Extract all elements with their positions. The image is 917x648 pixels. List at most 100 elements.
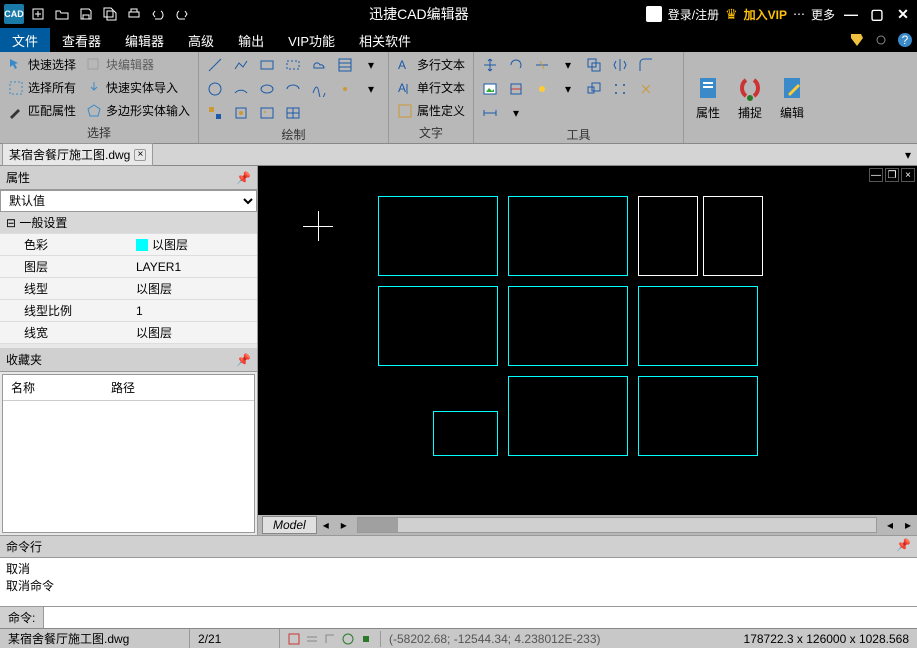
draw-block-icon[interactable] [203, 102, 227, 124]
login-link[interactable]: 登录/注册 [668, 6, 719, 23]
menu-advanced[interactable]: 高级 [176, 28, 226, 52]
tool-more2-icon[interactable]: ▾ [504, 102, 528, 124]
settings-icon[interactable] [869, 28, 893, 52]
favorites-list[interactable]: 名称 路径 [2, 374, 255, 533]
draw-hatch-icon[interactable] [333, 54, 357, 76]
draw-polyline-icon[interactable] [229, 54, 253, 76]
menu-output[interactable]: 输出 [226, 28, 276, 52]
osnap-toggle-icon[interactable] [358, 631, 374, 647]
draw-line-icon[interactable] [203, 54, 227, 76]
close-button[interactable]: ✕ [893, 4, 913, 24]
status-dims: 178722.3 x 126000 x 1028.568 [736, 632, 917, 646]
draw-arc-icon[interactable] [229, 78, 253, 100]
draw-image-icon[interactable] [255, 102, 279, 124]
minimize-button[interactable]: — [841, 4, 861, 24]
pin-icon[interactable]: 📌 [236, 353, 251, 367]
user-icon[interactable] [646, 6, 662, 22]
big-props-button[interactable]: 属性 [688, 54, 728, 141]
draw-spline-icon[interactable] [307, 78, 331, 100]
document-tab[interactable]: 某宿舍餐厅施工图.dwg × [2, 143, 153, 166]
big-edit-button[interactable]: 编辑 [772, 54, 812, 141]
tool-scale-icon[interactable] [582, 78, 606, 100]
favorites-header: 收藏夹 📌 [0, 348, 257, 372]
ortho-toggle-icon[interactable] [322, 631, 338, 647]
tool-sun-icon[interactable] [530, 78, 554, 100]
menu-viewer[interactable]: 查看器 [50, 28, 113, 52]
more-link[interactable]: 更多 [811, 6, 835, 23]
tool-move-icon[interactable] [478, 54, 502, 76]
props-selector[interactable]: 默认值 [0, 190, 257, 212]
big-snap-button[interactable]: 捕捉 [730, 54, 770, 141]
tool-fillet-icon[interactable] [634, 54, 658, 76]
draw-insert-icon[interactable] [229, 102, 253, 124]
close-tab-icon[interactable]: × [134, 149, 146, 161]
tabstrip-dropdown-icon[interactable]: ▾ [899, 148, 917, 162]
tool-trim-icon[interactable] [530, 54, 554, 76]
more-icon[interactable]: ⋯ [793, 7, 805, 21]
draw-ellipse-icon[interactable] [255, 78, 279, 100]
polar-toggle-icon[interactable] [340, 631, 356, 647]
horizontal-scrollbar[interactable] [357, 517, 877, 533]
singleline-text[interactable]: A单行文本 [393, 77, 469, 98]
match-props[interactable]: 匹配属性 [4, 100, 80, 121]
draw-ellipsearc-icon[interactable] [281, 78, 305, 100]
ribbon-group-tools: ▾ ▾ ▾ 工具 [474, 52, 684, 143]
draw-rect-icon[interactable] [255, 54, 279, 76]
print-icon[interactable] [124, 4, 144, 24]
grid-toggle-icon[interactable] [304, 631, 320, 647]
select-all[interactable]: 选择所有 [4, 77, 80, 98]
new-icon[interactable] [28, 4, 48, 24]
snap-toggle-icon[interactable] [286, 631, 302, 647]
layout-nav-left-icon[interactable]: ◂ [317, 518, 335, 532]
model-tab[interactable]: Model [262, 516, 317, 534]
tool-picture-icon[interactable] [478, 78, 502, 100]
feedback-icon[interactable] [845, 28, 869, 52]
pin-icon[interactable]: 📌 [896, 538, 911, 555]
tool-mirror-icon[interactable] [608, 54, 632, 76]
polygon-input[interactable]: 多边形实体输入 [82, 100, 194, 121]
draw-point-icon[interactable] [333, 78, 357, 100]
menu-vip[interactable]: VIP功能 [276, 28, 347, 52]
command-input[interactable] [44, 607, 917, 628]
draw-more2-icon[interactable]: ▾ [359, 78, 383, 100]
draw-rect2-icon[interactable] [281, 54, 305, 76]
props-table: ⊟ 一般设置 色彩以图层 图层LAYER1 线型以图层 线型比例1 线宽以图层 [0, 212, 257, 344]
pin-icon[interactable]: 📌 [236, 171, 251, 185]
scroll-left-icon[interactable]: ◂ [881, 518, 899, 532]
canvas-close-icon[interactable]: × [901, 168, 915, 182]
undo-icon[interactable] [148, 4, 168, 24]
menu-related[interactable]: 相关软件 [347, 28, 423, 52]
maximize-button[interactable]: ▢ [867, 4, 887, 24]
tool-copy-icon[interactable] [582, 54, 606, 76]
vip-link[interactable]: 加入VIP [744, 6, 787, 23]
tool-scan-icon[interactable] [504, 78, 528, 100]
drawing-canvas[interactable]: — ❐ × [258, 166, 917, 515]
tool-more-icon[interactable]: ▾ [556, 78, 580, 100]
quick-select[interactable]: 快速选择 [4, 54, 80, 75]
canvas-min-icon[interactable]: — [869, 168, 883, 182]
tool-array-icon[interactable] [608, 78, 632, 100]
multiline-text[interactable]: A多行文本 [393, 54, 469, 75]
draw-circle-icon[interactable] [203, 78, 227, 100]
canvas-max-icon[interactable]: ❐ [885, 168, 899, 182]
scroll-right-icon[interactable]: ▸ [899, 518, 917, 532]
color-swatch [136, 239, 148, 251]
layout-nav-right-icon[interactable]: ▸ [335, 518, 353, 532]
open-icon[interactable] [52, 4, 72, 24]
tool-rotate-icon[interactable] [504, 54, 528, 76]
tool-explode-icon[interactable] [634, 78, 658, 100]
attr-def[interactable]: 属性定义 [393, 100, 469, 121]
tool-dim-icon[interactable] [478, 102, 502, 124]
tool-extend-icon[interactable]: ▾ [556, 54, 580, 76]
help-icon[interactable]: ? [893, 28, 917, 52]
redo-icon[interactable] [172, 4, 192, 24]
menu-file[interactable]: 文件 [0, 28, 50, 52]
quick-import[interactable]: 快速实体导入 [82, 77, 194, 98]
draw-cloud-icon[interactable] [307, 54, 331, 76]
save-icon[interactable] [76, 4, 96, 24]
draw-table-icon[interactable] [281, 102, 305, 124]
ribbon-group-draw: ▾ ▾ 绘制 [199, 52, 389, 143]
menu-editor[interactable]: 编辑器 [113, 28, 176, 52]
saveall-icon[interactable] [100, 4, 120, 24]
draw-more1-icon[interactable]: ▾ [359, 54, 383, 76]
